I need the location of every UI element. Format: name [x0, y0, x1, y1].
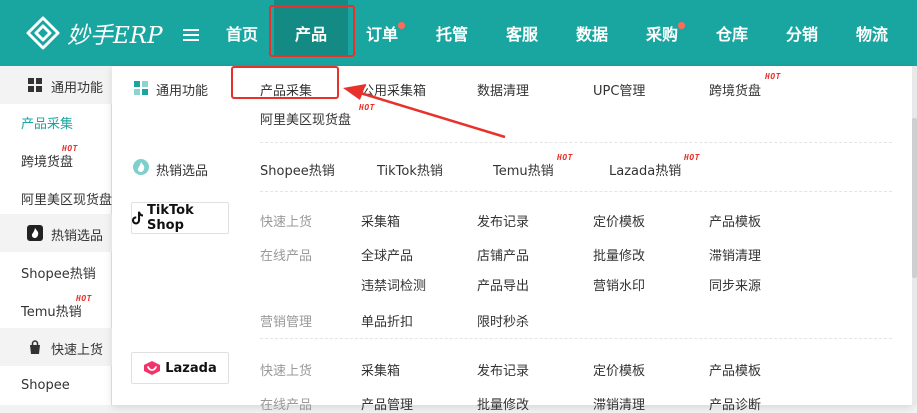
hot-badge: HOT	[557, 153, 573, 162]
lazada-brand-text: Lazada	[165, 360, 217, 376]
flame-icon	[27, 225, 43, 241]
menu-item-collect-box[interactable]: 采集箱	[361, 211, 400, 230]
sidebar-item-shopee-hot[interactable]: Shopee热销	[0, 252, 112, 290]
sidebar-item-ali-us-stock[interactable]: 阿里美区现货盘	[0, 178, 112, 216]
grid-color-icon	[134, 81, 148, 95]
flame-color-icon	[133, 159, 149, 175]
menu-item-flash-sale[interactable]: 限时秒杀	[477, 311, 529, 330]
divider	[260, 142, 892, 143]
menu-item-sync-source[interactable]: 同步来源	[709, 275, 761, 294]
menu-item-tiktok-hot[interactable]: TikTok热销	[377, 160, 443, 179]
sidebar-item-label: Shopee	[21, 378, 70, 393]
menu-sublabel-marketing: 营销管理	[260, 315, 313, 330]
menu-sublabel-quick-listing: 快速上货	[260, 364, 313, 379]
nav-distribution[interactable]: 分销	[780, 22, 824, 48]
nav-home[interactable]: 首页	[220, 22, 264, 48]
menu-item-shop-products[interactable]: 店铺产品	[477, 245, 529, 264]
menu-item-pricing-template[interactable]: 定价模板	[593, 211, 645, 230]
tiktok-shop-brand-text: TikTok Shop	[147, 203, 194, 233]
menu-sublabel-quick-listing: 快速上货	[260, 215, 313, 230]
menu-item-marketing-watermark[interactable]: 营销水印	[593, 275, 645, 294]
sidebar-group-quick-listing[interactable]: 快速上货	[0, 328, 112, 366]
menu-item-global-products[interactable]: 全球产品	[361, 245, 413, 264]
menu-item-shopee-hot[interactable]: Shopee热销	[260, 160, 335, 179]
menu-sublabel-online-products: 在线产品	[260, 249, 313, 264]
menu-item-upc-management[interactable]: UPC管理	[593, 80, 645, 99]
divider	[260, 338, 892, 339]
tiktok-shop-logo: TikTok Shop	[131, 202, 229, 234]
menu-category-general: 通用功能	[156, 84, 209, 99]
menu-item-collect-box[interactable]: 采集箱	[361, 360, 400, 379]
scrollbar-thumb[interactable]	[912, 118, 917, 278]
grid-icon	[28, 78, 42, 92]
menu-item-ali-us-stock[interactable]: 阿里美区现货盘	[260, 109, 351, 128]
menu-item-product-diagnosis[interactable]: 产品诊断	[709, 394, 761, 413]
menu-item-temu-hot[interactable]: Temu热销	[493, 160, 554, 179]
tiktok-icon	[132, 211, 144, 225]
nav-product-highlight	[269, 5, 355, 57]
sidebar-item-label: 通用功能	[51, 81, 104, 96]
menu-toggle-icon[interactable]	[183, 29, 199, 42]
nav-warehouse[interactable]: 仓库	[710, 22, 754, 48]
menu-sublabel-online-products: 在线产品	[260, 398, 313, 413]
menu-item-product-management[interactable]: 产品管理	[361, 394, 413, 413]
hot-badge: HOT	[765, 72, 781, 81]
sidebar-item-label: Temu热销	[21, 305, 82, 320]
menu-item-banned-word-check[interactable]: 违禁词检测	[361, 275, 426, 294]
lazada-logo: Lazada	[131, 352, 229, 384]
nav-data[interactable]: 数据	[570, 22, 614, 48]
nav-logistics[interactable]: 物流	[850, 22, 894, 48]
top-navigation-bar: 妙手ERP 首页 产品 订单 托管 客服 数据 采购 仓库 分销 物流	[0, 0, 917, 66]
nav-customer-service[interactable]: 客服	[500, 22, 544, 48]
sidebar: 通用功能 产品采集 跨境货盘 HOT 阿里美区现货盘 热销选品 Shopee热销…	[0, 66, 112, 405]
menu-item-publish-records[interactable]: 发布记录	[477, 211, 529, 230]
menu-item-publish-records[interactable]: 发布记录	[477, 360, 529, 379]
menu-item-lazada-hot[interactable]: Lazada热销	[609, 160, 681, 179]
menu-item-batch-edit[interactable]: 批量修改	[593, 245, 645, 264]
menu-item-product-template[interactable]: 产品模板	[709, 360, 761, 379]
menu-item-item-discount[interactable]: 单品折扣	[361, 311, 413, 330]
sidebar-item-label: Shopee热销	[21, 267, 96, 282]
menu-item-data-cleanup[interactable]: 数据清理	[477, 80, 529, 99]
lazada-icon	[144, 361, 161, 375]
hot-badge: HOT	[684, 153, 700, 162]
menu-category-hot-sales: 热销选品	[156, 164, 209, 179]
product-dropdown-menu: 通用功能 产品采集 公用采集箱 数据清理 UPC管理 跨境货盘 HOT 阿里美区…	[112, 66, 912, 413]
logo-text: 妙手ERP	[67, 23, 163, 49]
menu-item-slow-sale-cleanup[interactable]: 滞销清理	[709, 245, 761, 264]
sidebar-item-cross-border-goods[interactable]: 跨境货盘 HOT	[0, 140, 112, 178]
sidebar-group-general[interactable]: 通用功能	[0, 66, 112, 104]
hot-badge: HOT	[62, 144, 78, 153]
sidebar-item-shopee[interactable]: Shopee	[0, 367, 112, 405]
menu-item-product-export[interactable]: 产品导出	[477, 275, 529, 294]
sidebar-group-hot-sales[interactable]: 热销选品	[0, 214, 112, 252]
sidebar-item-label: 快速上货	[51, 343, 104, 358]
menu-item-public-collect-box[interactable]: 公用采集箱	[361, 80, 426, 99]
sidebar-item-product-collect[interactable]: 产品采集	[0, 102, 112, 140]
menu-item-batch-edit[interactable]: 批量修改	[477, 394, 529, 413]
logo-icon	[26, 16, 60, 50]
notification-dot	[398, 22, 405, 29]
bag-icon	[30, 340, 40, 354]
sidebar-item-label: 阿里美区现货盘	[21, 193, 112, 208]
notification-dot	[678, 22, 685, 29]
menu-item-cross-border-goods[interactable]: 跨境货盘	[709, 80, 761, 99]
menu-item-slow-sale-cleanup[interactable]: 滞销清理	[593, 394, 645, 413]
menu-item-product-template[interactable]: 产品模板	[709, 211, 761, 230]
hot-badge: HOT	[359, 103, 375, 112]
sidebar-item-label: 产品采集	[21, 117, 74, 132]
sidebar-item-label: 热销选品	[51, 229, 104, 244]
hot-badge: HOT	[76, 294, 92, 303]
menu-item-pricing-template[interactable]: 定价模板	[593, 360, 645, 379]
nav-hosting[interactable]: 托管	[430, 22, 474, 48]
product-collect-highlight	[231, 66, 339, 99]
logo[interactable]: 妙手ERP	[25, 16, 163, 50]
sidebar-item-label: 跨境货盘	[21, 155, 74, 170]
sidebar-item-temu-hot[interactable]: Temu热销 HOT	[0, 290, 112, 328]
divider	[260, 191, 892, 192]
